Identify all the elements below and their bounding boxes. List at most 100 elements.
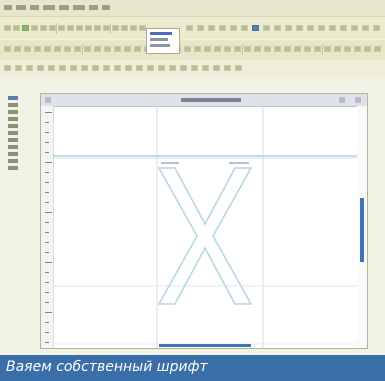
menu-item[interactable] xyxy=(16,5,26,10)
tool-icon[interactable] xyxy=(235,65,242,71)
close-icon[interactable] xyxy=(355,97,361,103)
tool-icon[interactable] xyxy=(373,25,380,31)
tool-icon[interactable] xyxy=(84,46,91,52)
tool-icon[interactable] xyxy=(354,46,361,52)
tool-icon[interactable] xyxy=(184,46,191,52)
tool-icon[interactable] xyxy=(24,46,31,52)
tool-icon[interactable] xyxy=(59,65,66,71)
tool-icon[interactable] xyxy=(58,25,65,31)
menu-item[interactable] xyxy=(89,5,98,10)
tool-icon[interactable] xyxy=(374,46,381,52)
tool-icon[interactable] xyxy=(34,46,41,52)
tool-icon[interactable] xyxy=(344,46,351,52)
tool-icon[interactable] xyxy=(37,65,44,71)
tool-icon[interactable] xyxy=(134,46,141,52)
dropdown-option[interactable] xyxy=(150,32,172,35)
tool-icon[interactable] xyxy=(324,46,331,52)
menu-item[interactable] xyxy=(30,5,39,10)
tool-icon[interactable] xyxy=(241,25,248,31)
tool-icon[interactable] xyxy=(318,25,325,31)
menu-item[interactable] xyxy=(43,5,55,10)
tool-icon[interactable] xyxy=(204,46,211,52)
tool-icon[interactable] xyxy=(8,159,18,163)
tool-icon[interactable] xyxy=(364,46,371,52)
tool-icon[interactable] xyxy=(329,25,336,31)
tool-icon[interactable] xyxy=(54,46,61,52)
tool-icon[interactable] xyxy=(40,25,47,31)
tool-icon[interactable] xyxy=(252,25,259,31)
glyph-canvas[interactable] xyxy=(53,106,357,348)
scrollbar-thumb[interactable] xyxy=(360,198,364,262)
tool-icon[interactable] xyxy=(8,110,18,114)
tool-icon[interactable] xyxy=(224,46,231,52)
tool-icon[interactable] xyxy=(304,46,311,52)
tool-icon[interactable] xyxy=(4,46,11,52)
tool-icon[interactable] xyxy=(85,25,92,31)
menu-item[interactable] xyxy=(73,5,85,10)
tool-icon[interactable] xyxy=(191,65,198,71)
tool-icon[interactable] xyxy=(48,65,55,71)
tool-icon[interactable] xyxy=(340,25,347,31)
tool-icon[interactable] xyxy=(186,25,193,31)
tool-icon[interactable] xyxy=(76,25,83,31)
tool-icon[interactable] xyxy=(8,124,18,128)
tool-icon[interactable] xyxy=(274,25,281,31)
tool-icon[interactable] xyxy=(351,25,358,31)
tool-icon[interactable] xyxy=(8,96,18,100)
tool-icon[interactable] xyxy=(139,25,146,31)
tool-icon[interactable] xyxy=(314,46,321,52)
tool-icon[interactable] xyxy=(264,46,271,52)
tool-icon[interactable] xyxy=(294,46,301,52)
tool-icon[interactable] xyxy=(124,46,131,52)
tool-icon[interactable] xyxy=(244,46,251,52)
tool-icon[interactable] xyxy=(169,65,176,71)
tool-icon[interactable] xyxy=(8,131,18,135)
tool-icon[interactable] xyxy=(296,25,303,31)
dropdown-option[interactable] xyxy=(150,44,170,47)
minimize-icon[interactable] xyxy=(339,97,345,103)
tool-icon[interactable] xyxy=(103,25,110,31)
tool-icon[interactable] xyxy=(8,152,18,156)
tool-icon[interactable] xyxy=(13,25,20,31)
tool-icon[interactable] xyxy=(213,65,220,71)
tool-icon[interactable] xyxy=(4,65,11,71)
tool-icon[interactable] xyxy=(22,25,29,31)
tool-icon[interactable] xyxy=(224,65,231,71)
tool-icon[interactable] xyxy=(125,65,132,71)
tool-icon[interactable] xyxy=(362,25,369,31)
tool-icon[interactable] xyxy=(158,65,165,71)
tool-icon[interactable] xyxy=(8,138,18,142)
menu-item[interactable] xyxy=(59,5,69,10)
tool-icon[interactable] xyxy=(31,25,38,31)
tool-icon[interactable] xyxy=(26,65,33,71)
tool-icon[interactable] xyxy=(194,46,201,52)
tool-icon[interactable] xyxy=(284,46,291,52)
tool-icon[interactable] xyxy=(121,25,128,31)
tool-icon[interactable] xyxy=(147,65,154,71)
tool-icon[interactable] xyxy=(103,65,110,71)
tool-icon[interactable] xyxy=(81,65,88,71)
tool-icon[interactable] xyxy=(114,46,121,52)
tool-icon[interactable] xyxy=(334,46,341,52)
tool-icon[interactable] xyxy=(15,65,22,71)
menu-item[interactable] xyxy=(102,5,110,10)
tool-icon[interactable] xyxy=(208,25,215,31)
tool-icon[interactable] xyxy=(274,46,281,52)
tool-icon[interactable] xyxy=(136,65,143,71)
tool-icon[interactable] xyxy=(94,46,101,52)
tool-icon[interactable] xyxy=(254,46,261,52)
tool-icon[interactable] xyxy=(285,25,292,31)
tool-icon[interactable] xyxy=(112,25,119,31)
dropdown-list[interactable] xyxy=(146,28,180,54)
tool-icon[interactable] xyxy=(214,46,221,52)
tool-icon[interactable] xyxy=(67,25,74,31)
tool-icon[interactable] xyxy=(104,46,111,52)
tool-icon[interactable] xyxy=(70,65,77,71)
tool-icon[interactable] xyxy=(197,25,204,31)
tool-icon[interactable] xyxy=(263,25,270,31)
tool-icon[interactable] xyxy=(202,65,209,71)
tool-icon[interactable] xyxy=(14,46,21,52)
window-menu-icon[interactable] xyxy=(45,97,51,103)
tool-icon[interactable] xyxy=(234,46,241,52)
tool-icon[interactable] xyxy=(74,46,81,52)
